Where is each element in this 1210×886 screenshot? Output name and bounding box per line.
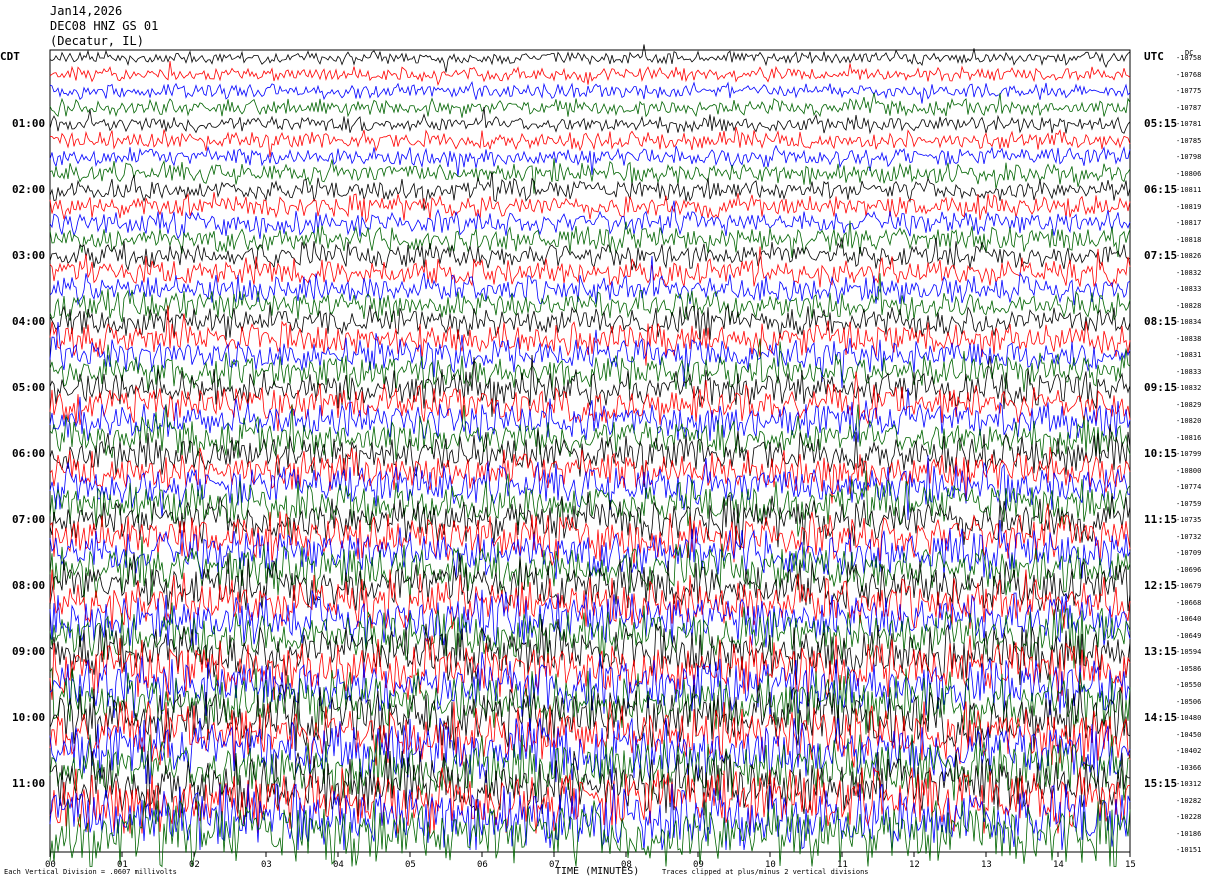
left-tick-9: 10:00	[12, 711, 46, 724]
dc-offset-31: -10696	[1176, 565, 1202, 574]
right-axis-title: UTC	[1144, 50, 1164, 63]
header-station: DEC08 HNZ GS 01	[50, 19, 159, 33]
dc-offset-17: -10838	[1176, 334, 1202, 343]
dc-offset-12: -10826	[1176, 252, 1202, 260]
dc-offset-33: -10668	[1176, 598, 1202, 607]
header-location: (Decatur, IL)	[50, 34, 144, 48]
dc-offset-43: -10366	[1176, 763, 1202, 772]
dc-offset-2: -10775	[1176, 87, 1202, 95]
dc-offset-36: -10594	[1176, 648, 1202, 656]
dc-offset-32: -10679	[1176, 582, 1202, 590]
dc-offset-39: -10506	[1176, 697, 1202, 706]
trace-18	[49, 321, 1131, 389]
x-tick-6: 06	[477, 860, 488, 870]
dc-offset-24: -10799	[1176, 450, 1202, 458]
dc-offset-6: -10798	[1176, 153, 1202, 161]
right-tick-5: 10:15	[1144, 447, 1178, 460]
right-tick-8: 13:15	[1144, 645, 1178, 658]
x-tick-13: 13	[981, 860, 992, 870]
trace-44	[49, 750, 1131, 817]
dc-offset-21: -10829	[1176, 400, 1202, 409]
dc-offset-35: -10649	[1176, 631, 1202, 640]
dc-offset-26: -10774	[1176, 483, 1202, 491]
dc-offset-16: -10834	[1176, 318, 1202, 326]
x-tick-12: 12	[909, 860, 920, 870]
x-tick-2: 02	[189, 860, 200, 870]
x-tick-14: 14	[1053, 860, 1064, 870]
right-tick-10: 15:15	[1144, 777, 1178, 790]
dc-offset-30: -10709	[1176, 549, 1202, 557]
right-tick-0: 05:15	[1144, 117, 1178, 130]
trace-23	[49, 404, 1131, 460]
dc-offset-3: -10787	[1176, 103, 1202, 112]
x-axis-title: TIME (MINUTES)	[555, 866, 640, 877]
dc-offset-4: -10781	[1176, 120, 1202, 128]
left-tick-6: 07:00	[12, 513, 46, 526]
dc-offset-5: -10785	[1176, 136, 1202, 145]
dc-offset-37: -10586	[1176, 664, 1202, 673]
left-axis-title: CDT	[0, 50, 20, 63]
right-tick-3: 08:15	[1144, 315, 1178, 328]
scale-note: Each Vertical Division = .0607 millivolt…	[4, 868, 177, 876]
helicorder-chart: Jan14,2026 DEC08 HNZ GS 01 (Decatur, IL)…	[0, 0, 1210, 886]
dc-offset-41: -10450	[1176, 730, 1202, 739]
trace-2	[49, 81, 1131, 104]
trace-0	[49, 44, 1131, 73]
dc-offset-42: -10402	[1176, 747, 1202, 755]
trace-8	[49, 171, 1131, 211]
left-tick-1: 02:00	[12, 183, 46, 196]
clip-note: Traces clipped at plus/minus 2 vertical …	[662, 868, 869, 876]
dc-offset-44: -10312	[1176, 780, 1202, 788]
dc-offset-38: -10550	[1176, 681, 1202, 689]
dc-offset-18: -10831	[1176, 351, 1202, 359]
trace-9	[49, 192, 1131, 224]
dc-offset-0: -10758	[1176, 54, 1202, 62]
left-tick-0: 01:00	[12, 117, 46, 130]
left-tick-7: 08:00	[12, 579, 46, 592]
left-tick-3: 04:00	[12, 315, 46, 328]
dc-offset-19: -10833	[1176, 367, 1202, 376]
dc-offset-1: -10768	[1176, 70, 1202, 79]
dc-offset-25: -10800	[1176, 466, 1202, 475]
dc-offset-48: -10151	[1176, 846, 1202, 854]
dc-offset-20: -10832	[1176, 384, 1202, 392]
x-tick-5: 05	[405, 860, 416, 870]
trace-4	[49, 106, 1131, 135]
dc-offset-7: -10806	[1176, 169, 1202, 178]
seismogram-plot	[49, 44, 1131, 868]
dc-offset-47: -10186	[1176, 829, 1202, 838]
x-tick-3: 03	[261, 860, 272, 870]
dc-offset-29: -10732	[1176, 532, 1202, 541]
dc-offset-40: -10480	[1176, 714, 1202, 722]
x-tick-4: 04	[333, 860, 344, 870]
right-tick-6: 11:15	[1144, 513, 1178, 526]
dc-offset-15: -10828	[1176, 301, 1202, 310]
header-date: Jan14,2026	[50, 4, 123, 18]
trace-7	[49, 158, 1131, 194]
left-tick-4: 05:00	[12, 381, 46, 394]
left-tick-2: 03:00	[12, 249, 46, 262]
right-tick-7: 12:15	[1144, 579, 1178, 592]
dc-offset-13: -10832	[1176, 268, 1202, 277]
dc-offset-27: -10759	[1176, 499, 1202, 508]
dc-offset-28: -10735	[1176, 516, 1202, 524]
dc-offset-46: -10228	[1176, 813, 1202, 821]
dc-offset-11: -10818	[1176, 235, 1202, 244]
dc-offset-45: -10282	[1176, 796, 1202, 805]
right-tick-9: 14:15	[1144, 711, 1178, 724]
dc-offset-23: -10816	[1176, 433, 1202, 442]
right-tick-2: 07:15	[1144, 249, 1178, 262]
left-tick-8: 09:00	[12, 645, 46, 658]
right-tick-4: 09:15	[1144, 381, 1178, 394]
left-tick-5: 06:00	[12, 447, 46, 460]
left-tick-10: 11:00	[12, 777, 46, 790]
dc-offset-10: -10817	[1176, 219, 1202, 227]
dc-offset-9: -10819	[1176, 202, 1202, 211]
dc-offset-14: -10833	[1176, 285, 1202, 293]
right-tick-1: 06:15	[1144, 183, 1178, 196]
x-tick-15: 15	[1125, 860, 1136, 870]
dc-offset-22: -10820	[1176, 417, 1202, 425]
dc-offset-34: -10640	[1176, 615, 1202, 623]
dc-offset-8: -10811	[1176, 186, 1202, 194]
